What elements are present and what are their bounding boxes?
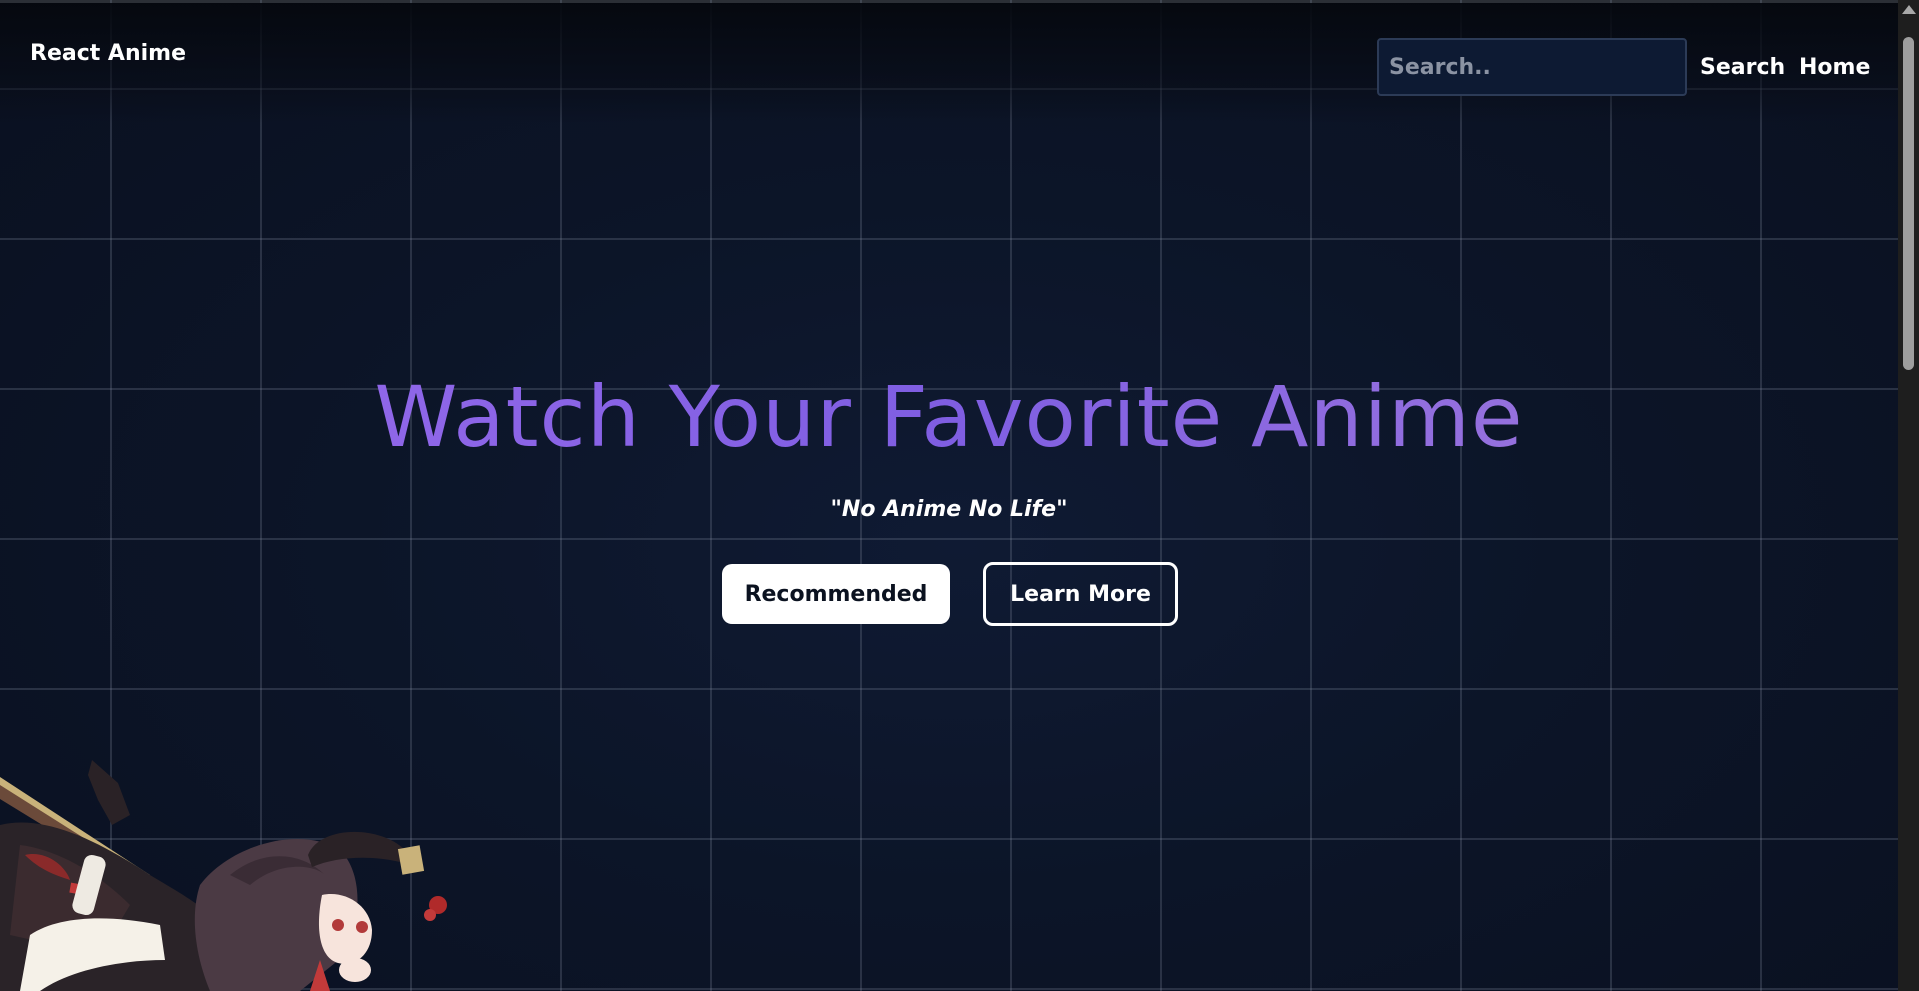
navbar: React Anime Search Home	[0, 3, 1898, 123]
recommended-button[interactable]: Recommended	[722, 564, 950, 624]
page: React Anime Search Home Watch Your Favor…	[0, 0, 1919, 991]
scrollbar-thumb[interactable]	[1903, 37, 1914, 370]
brand-logo[interactable]: React Anime	[30, 41, 186, 66]
scroll-up-arrow-icon[interactable]	[1902, 5, 1916, 14]
nav-home-link[interactable]: Home	[1799, 55, 1870, 80]
nav-search-link[interactable]: Search	[1700, 55, 1785, 80]
hero-title: Watch Your Favorite Anime	[0, 368, 1898, 466]
page-scrollbar[interactable]	[1898, 0, 1919, 991]
search-input[interactable]	[1377, 38, 1687, 96]
anime-character-illustration	[0, 760, 447, 991]
hero-tagline: "No Anime No Life"	[830, 497, 1068, 522]
learn-more-button[interactable]: Learn More	[983, 562, 1178, 626]
